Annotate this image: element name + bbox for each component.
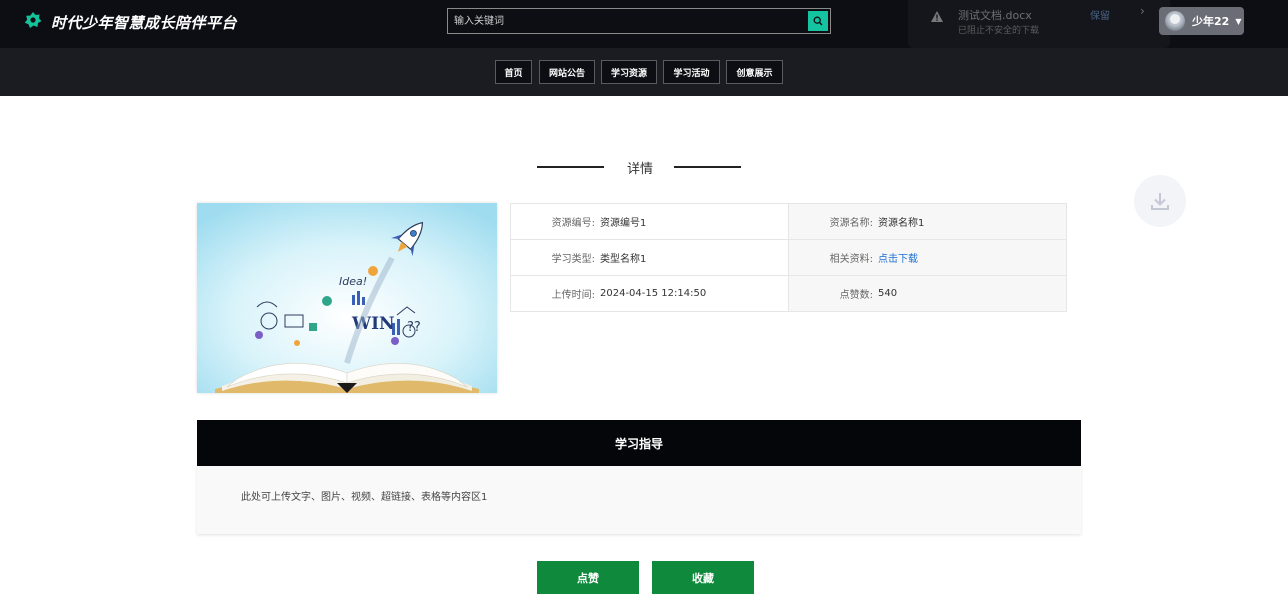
info-cell: 资源名称: 资源名称1 <box>789 204 1066 239</box>
resource-name-label: 资源名称: <box>829 218 873 229</box>
likes-label: 点赞数: <box>839 290 873 301</box>
nav-item-showcase[interactable]: 创意展示 <box>726 60 783 84</box>
resource-info-table: 资源编号: 资源编号1 资源名称: 资源名称1 学习类型: 类型名称1 相关资料… <box>510 203 1067 312</box>
study-type-label: 学习类型: <box>551 254 595 265</box>
info-cell: 点赞数: 540 <box>789 276 1066 311</box>
warning-icon <box>931 11 943 22</box>
svg-text:??: ?? <box>407 320 421 335</box>
search-button[interactable] <box>808 11 828 31</box>
float-download-button[interactable] <box>1134 175 1186 227</box>
guide-title: 学习指导 <box>197 420 1081 466</box>
main-nav: 首页 网站公告 学习资源 学习活动 创意展示 <box>0 48 1288 96</box>
info-cell: 资源编号: 资源编号1 <box>511 204 789 239</box>
nav-item-resources[interactable]: 学习资源 <box>601 60 657 84</box>
download-message: 已阻止不安全的下载 <box>958 26 1040 36</box>
caret-down-icon: ▼ <box>1235 16 1242 26</box>
search-box <box>447 8 831 34</box>
title-divider-right <box>674 166 741 168</box>
logo-icon <box>24 12 42 28</box>
info-row: 资源编号: 资源编号1 资源名称: 资源名称1 <box>511 204 1066 240</box>
guide-content-panel: 此处可上传文字、图片、视频、超链接、表格等内容区1 <box>197 466 1081 534</box>
resource-no-label: 资源编号: <box>551 218 595 229</box>
download-keep-button[interactable]: 保留 <box>1090 7 1110 22</box>
search-input[interactable] <box>448 9 804 33</box>
upload-time-label: 上传时间: <box>551 290 595 301</box>
nav-item-announcements[interactable]: 网站公告 <box>539 60 595 84</box>
related-material-label: 相关资料: <box>829 254 873 265</box>
info-cell: 上传时间: 2024-04-15 12:14:50 <box>511 276 789 311</box>
resource-no-value: 资源编号1 <box>600 218 647 229</box>
nav-item-activities[interactable]: 学习活动 <box>663 60 720 84</box>
download-icon <box>1151 193 1169 210</box>
study-type-value: 类型名称1 <box>600 254 647 265</box>
section-title: 详情 <box>626 162 653 177</box>
username: 少年22 <box>1192 15 1230 28</box>
resource-cover-image: WIN Idea! ?? <box>197 203 497 393</box>
like-button[interactable]: 点赞 <box>537 561 639 594</box>
resource-name-value: 资源名称1 <box>878 218 925 229</box>
favorite-button[interactable]: 收藏 <box>652 561 754 594</box>
user-menu[interactable]: 少年22 ▼ <box>1159 7 1244 35</box>
download-file-name: 测试文档.docx <box>958 9 1032 22</box>
download-link[interactable]: 点击下载 <box>878 250 918 265</box>
download-blocked-popup: 测试文档.docx 已阻止不安全的下载 保留 › <box>908 0 1170 48</box>
info-row: 学习类型: 类型名称1 相关资料: 点击下载 <box>511 240 1066 276</box>
chevron-right-icon[interactable]: › <box>1140 4 1145 18</box>
nav-item-home[interactable]: 首页 <box>495 60 532 84</box>
search-icon <box>813 16 823 26</box>
likes-value: 540 <box>878 288 898 299</box>
top-header: 时代少年智慧成长陪伴平台 测试文档.docx 已阻止不安全的下载 保留 › 少年… <box>0 0 1288 48</box>
title-divider-left <box>537 166 604 168</box>
guide-content: 此处可上传文字、图片、视频、超链接、表格等内容区1 <box>241 492 488 503</box>
site-title[interactable]: 时代少年智慧成长陪伴平台 <box>51 12 237 33</box>
upload-time-value: 2024-04-15 12:14:50 <box>600 288 707 299</box>
svg-text:Idea!: Idea! <box>339 275 367 288</box>
info-row: 上传时间: 2024-04-15 12:14:50 点赞数: 540 <box>511 276 1066 312</box>
avatar <box>1165 11 1185 31</box>
info-cell: 相关资料: 点击下载 <box>789 240 1066 275</box>
info-cell: 学习类型: 类型名称1 <box>511 240 789 275</box>
